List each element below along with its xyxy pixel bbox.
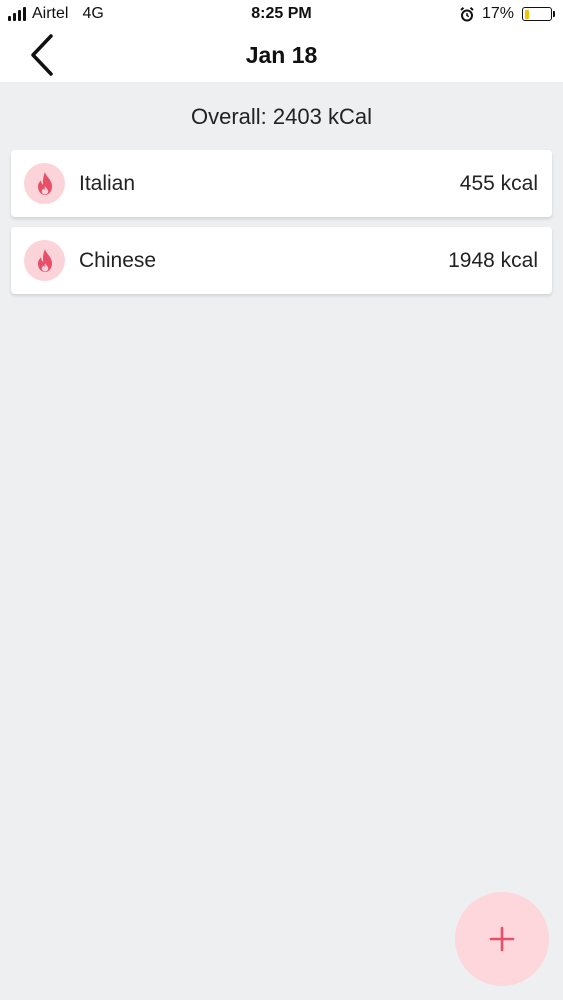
- status-time: 8:25 PM: [251, 5, 312, 22]
- flame-icon: [24, 240, 65, 281]
- meal-kcal: 1948 kcal: [448, 248, 538, 272]
- carrier-name: Airtel: [32, 5, 69, 22]
- status-bar: Airtel 4G 8:25 PM 17%: [0, 0, 563, 30]
- meal-list: Italian 455 kcal Chinese 1948 kcal: [11, 150, 552, 304]
- back-button[interactable]: [22, 32, 62, 78]
- app-screen: Airtel 4G 8:25 PM 17% Jan 18 Overall: 24…: [0, 0, 563, 1000]
- meal-card-chinese[interactable]: Chinese 1948 kcal: [11, 227, 552, 294]
- battery-icon: [522, 7, 555, 21]
- page-title-wrap: Jan 18: [0, 42, 563, 69]
- battery-percent: 17%: [481, 5, 514, 22]
- meal-name: Italian: [79, 171, 136, 195]
- status-left: Airtel 4G: [8, 5, 104, 23]
- flame-icon: [24, 163, 65, 204]
- meal-name: Chinese: [79, 248, 157, 272]
- overall-calories: Overall: 2403 kCal: [191, 104, 372, 129]
- nav-header: Jan 18: [0, 30, 563, 82]
- meal-kcal: 455 kcal: [459, 171, 538, 195]
- signal-icon: [8, 7, 26, 21]
- add-meal-button[interactable]: [455, 892, 549, 986]
- alarm-icon: [460, 6, 474, 21]
- status-right: 17%: [460, 5, 555, 23]
- plus-icon: [489, 926, 515, 952]
- network-type: 4G: [82, 5, 104, 22]
- meal-card-italian[interactable]: Italian 455 kcal: [11, 150, 552, 217]
- chevron-left-icon: [31, 34, 53, 76]
- page-title: Jan 18: [245, 42, 318, 68]
